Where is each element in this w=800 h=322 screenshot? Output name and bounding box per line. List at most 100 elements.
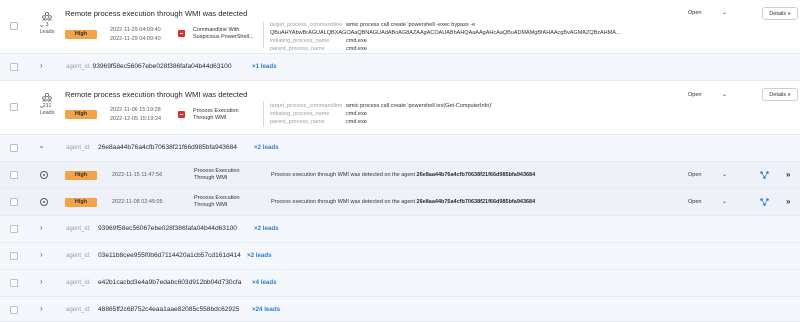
alert-title[interactable]: Remote process execution through WMI was…: [65, 90, 247, 99]
lead-row[interactable]: High 2022-11-15 11:47:56 Process Executi…: [0, 162, 800, 189]
agent-row[interactable]: › agent_id: 03e11b8cee955f0b6d7114420a1c…: [0, 243, 800, 270]
severity-badge: High: [65, 30, 97, 39]
agent-label: agent_id:: [66, 307, 91, 313]
chevron-down-icon[interactable]: ⌄: [722, 198, 727, 205]
alert-checkbox[interactable]: [10, 103, 18, 111]
agent-row[interactable]: › agent_id: 26e8aa44b76a4cfb70638f21f66d…: [0, 135, 800, 162]
status-dropdown[interactable]: Open: [688, 10, 701, 16]
leads-count-link[interactable]: ×2 leads: [254, 225, 279, 232]
lead-rule-name[interactable]: Process Execution Through WMI: [194, 168, 254, 182]
agent-label: agent_id:: [66, 64, 91, 70]
chevron-down-icon[interactable]: ⌄: [722, 171, 727, 178]
status-dropdown[interactable]: Open: [688, 199, 701, 205]
lead-rule-name[interactable]: Process Execution Through WMI: [194, 195, 254, 209]
expand-chevron-icon[interactable]: ›: [40, 251, 43, 259]
status-dropdown[interactable]: Open: [688, 92, 701, 98]
leads-count-link[interactable]: ×24 leads: [252, 306, 280, 313]
agent-checkbox[interactable]: [10, 63, 18, 71]
lead-description: Process execution through WMI was detect…: [271, 199, 536, 205]
rule-name[interactable]: Commandline With Suspicious PowerShell..…: [193, 27, 259, 41]
people-group-icon: [42, 93, 52, 102]
agent-label: agent_id:: [66, 226, 91, 232]
graph-nodes-icon[interactable]: [760, 198, 769, 206]
field-key: target_process_commandline: [270, 103, 343, 109]
rule-name[interactable]: Process Execution Through WMI: [193, 108, 253, 122]
expand-chevron-icon[interactable]: ›: [40, 278, 43, 286]
expand-chevron-icon[interactable]: ›: [40, 62, 43, 70]
last-seen-date: 2022-11-29 04:09:40: [110, 35, 161, 42]
agent-checkbox[interactable]: [10, 144, 18, 152]
lead-checkbox[interactable]: [10, 171, 18, 179]
field-row: parent_process_name cmd.exe: [270, 45, 800, 53]
field-key: target_process_commandline: [270, 22, 343, 28]
details-button[interactable]: Details »: [762, 7, 798, 20]
eye-icon[interactable]: [40, 198, 48, 206]
severity-badge: High: [65, 171, 97, 180]
alert-dates: 2022-11-06 15:19:28 2022-12-05 15:19:24: [110, 106, 161, 123]
agent-row[interactable]: › agent_id: 48865ff2c68752c4eaa1aae82085…: [0, 297, 800, 322]
people-group-icon: [42, 12, 52, 21]
chevron-down-icon[interactable]: ⌄: [722, 9, 727, 16]
agent-checkbox[interactable]: [10, 306, 18, 314]
alert-dates: 2022-11-29 04:09:40 2022-11-29 04:09:40: [110, 26, 161, 43]
field-row: initiating_process_name cmd.exe: [270, 37, 800, 45]
alert-fields: target_process_commandline wmic process c…: [270, 21, 800, 53]
field-key: initiating_process_name: [270, 111, 330, 117]
agent-checkbox[interactable]: [10, 279, 18, 287]
leads-label: Leads: [39, 109, 55, 116]
first-seen-date: 2022-11-06 15:19:28: [110, 107, 161, 113]
lead-date: 2022-11-15 11:47:56: [112, 172, 163, 178]
alert-row: › 211 Leads Remote process execution thr…: [0, 81, 800, 135]
lead-checkbox[interactable]: [10, 198, 18, 206]
lead-row[interactable]: High 2022-11-08 02:45:05 Process Executi…: [0, 189, 800, 216]
agent-id: 26e8aa44b76a4cfb70638f21f66d985bfa943684: [98, 144, 237, 151]
expand-chevron-icon[interactable]: ›: [40, 305, 43, 313]
rule-icon: [178, 30, 185, 37]
lead-description: Process execution through WMI was detect…: [271, 172, 536, 178]
agent-checkbox[interactable]: [10, 252, 18, 260]
leads-count-link[interactable]: ×2 leads: [247, 252, 272, 259]
field-value: cmd.exe: [346, 38, 367, 44]
agent-row[interactable]: › agent_id: e42b1cacbd3e4a9b7edabc603d91…: [0, 270, 800, 297]
agent-label: agent_id:: [66, 253, 91, 259]
rule-icon: [178, 111, 185, 118]
alert-fields: target_process_commandline wmic process c…: [270, 102, 492, 126]
first-seen-date: 2022-11-29 04:09:40: [110, 27, 161, 33]
field-row: parent_process_name cmd.exe: [270, 118, 492, 126]
graph-nodes-icon[interactable]: [760, 171, 769, 179]
double-chevron-right-icon[interactable]: »: [786, 170, 790, 179]
agent-label: agent_id:: [66, 145, 91, 151]
leads-counter: 211 Leads: [34, 93, 60, 116]
eye-icon[interactable]: [40, 171, 48, 179]
expand-chevron-icon[interactable]: ›: [40, 224, 43, 232]
agent-label: agent_id:: [66, 280, 91, 286]
collapse-chevron-icon[interactable]: ›: [37, 143, 46, 151]
lead-date: 2022-11-08 02:45:05: [112, 199, 163, 205]
divider: [263, 22, 264, 48]
details-button[interactable]: Details »: [762, 88, 798, 101]
double-chevron-right-icon[interactable]: »: [786, 197, 790, 206]
field-row: target_process_commandline wmic process c…: [270, 21, 800, 37]
alert-title[interactable]: Remote process execution through WMI was…: [65, 9, 247, 18]
alert-checkbox[interactable]: [10, 22, 18, 30]
agent-id: 93969f58ec56067ebe028f386fafa04b44d63100: [98, 225, 237, 232]
agent-row[interactable]: › agent_id: 93969f58ec56067ebe028f386faf…: [0, 54, 800, 81]
leads-count-link[interactable]: ×2 leads: [254, 144, 279, 151]
leads-count-link[interactable]: ×1 leads: [252, 63, 277, 70]
status-dropdown[interactable]: Open: [688, 172, 701, 178]
leads-count-link[interactable]: ×4 leads: [252, 279, 277, 286]
field-row: initiating_process_name cmd.exe: [270, 110, 492, 118]
leads-label: Leads: [39, 28, 55, 35]
agent-id: 03e11b8cee955f0b6d7114420a1cb57cd161d414: [98, 252, 241, 259]
field-value: cmd.exe: [346, 111, 367, 117]
agent-row[interactable]: › agent_id: 93969f58ec56067ebe028f386faf…: [0, 216, 800, 243]
chevron-down-icon[interactable]: ⌄: [722, 91, 727, 98]
field-value: wmic process call create 'powershell iex…: [346, 103, 493, 109]
alert-row: › 3 Leads Remote process execution throu…: [0, 0, 800, 54]
field-key: parent_process_name: [270, 46, 325, 52]
field-value: cmd.exe: [346, 119, 367, 125]
field-row: target_process_commandline wmic process c…: [270, 102, 492, 110]
field-key: parent_process_name: [270, 119, 325, 125]
agent-checkbox[interactable]: [10, 225, 18, 233]
severity-badge: High: [65, 198, 97, 207]
